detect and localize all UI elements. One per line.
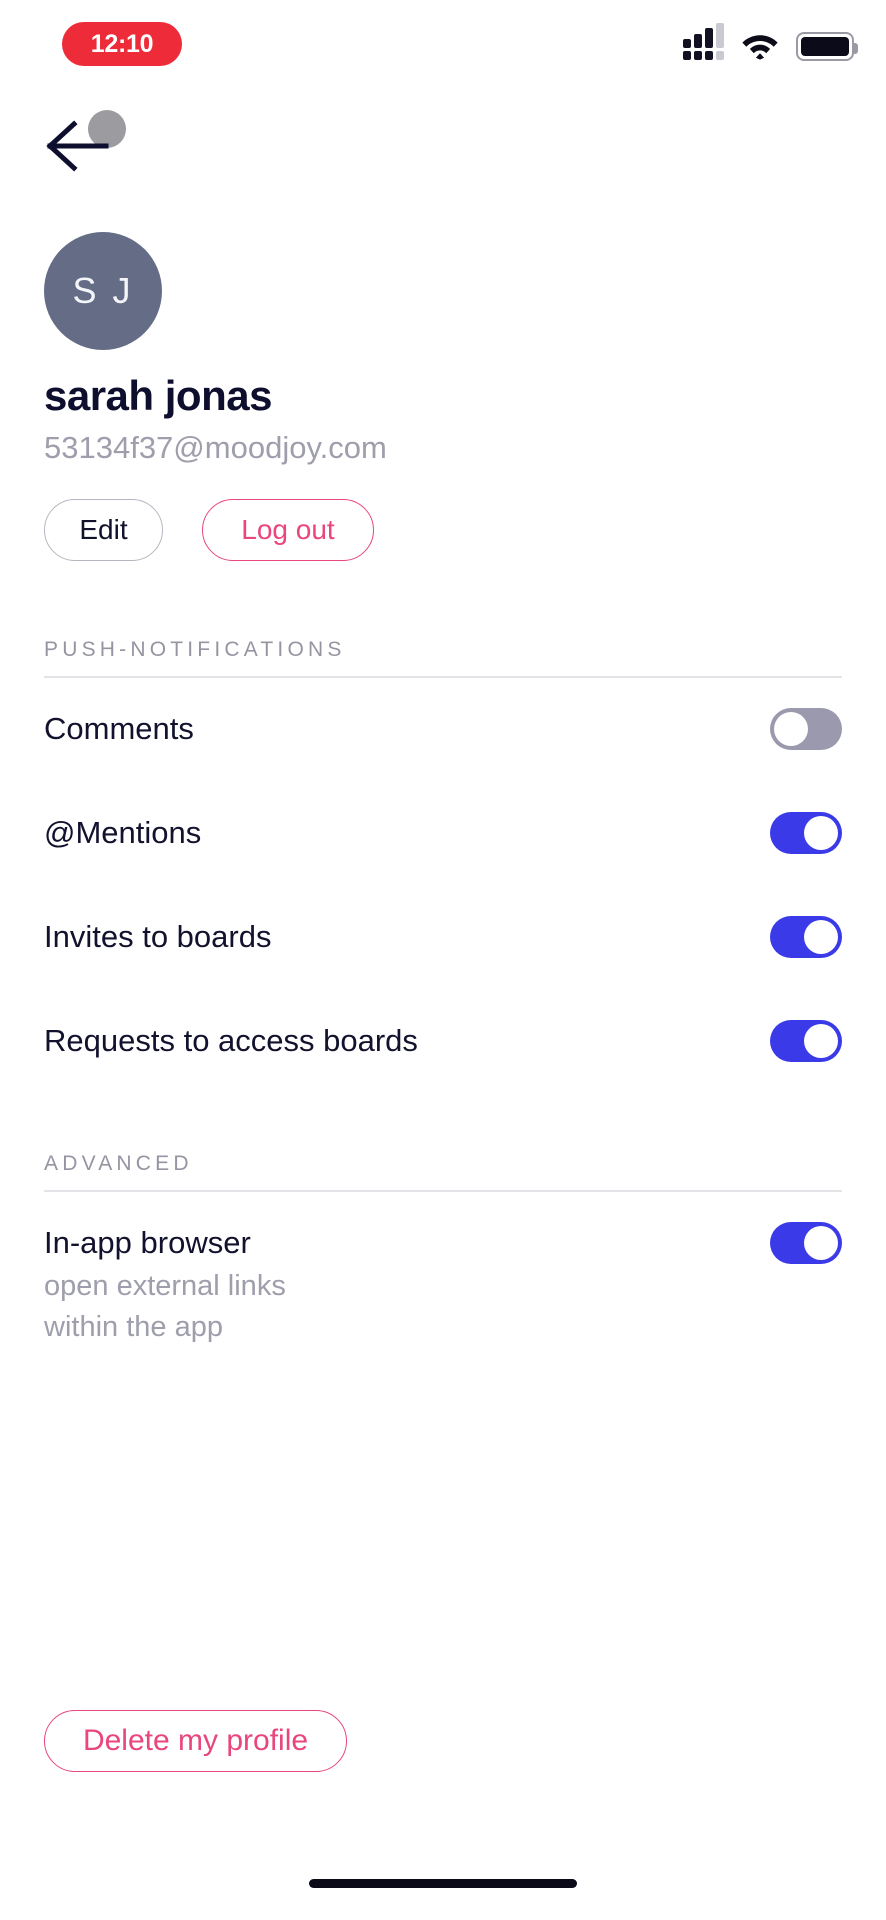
setting-row-comments[interactable]: Comments [44,698,842,760]
back-button[interactable] [44,108,154,188]
toggle-comments[interactable] [770,708,842,750]
profile-name: sarah jonas [44,372,272,419]
status-bar: 12:10 [0,0,886,92]
profile-settings-screen: 12:10 S J sarah jonas 53134f37@moodjoy.c… [0,0,886,1920]
setting-sub-in-app-browser-line1: open external links [44,1270,286,1302]
edit-profile-button[interactable]: Edit [44,499,163,561]
avatar-initials: S J [72,270,134,311]
back-arrow-icon [46,120,109,172]
setting-row-mentions[interactable]: @Mentions [44,802,842,864]
profile-actions: Edit Log out [44,499,374,561]
setting-label-comments: Comments [44,711,194,746]
logout-button[interactable]: Log out [202,499,374,561]
setting-label-requests-to-access-boards: Requests to access boards [44,1023,418,1058]
setting-row-invites-to-boards[interactable]: Invites to boards [44,906,842,968]
home-indicator [309,1879,577,1888]
status-bar-clock-pill: 12:10 [62,22,182,66]
section-header-push-notifications: PUSH-NOTIFICATIONS [44,638,346,661]
setting-sub-in-app-browser-line2: within the app [44,1311,223,1343]
profile-email: 53134f37@moodjoy.com [44,430,387,465]
status-bar-time: 12:10 [90,29,154,58]
wifi-icon [741,32,779,60]
toggle-requests-to-access-boards[interactable] [770,1020,842,1062]
toggle-mentions[interactable] [770,812,842,854]
cellular-signal-icon [683,22,724,60]
avatar: S J [44,232,162,350]
section-divider-advanced [44,1190,842,1192]
setting-row-in-app-browser[interactable]: In-app browser [44,1212,842,1274]
setting-label-mentions: @Mentions [44,815,202,850]
delete-profile-button[interactable]: Delete my profile [44,1710,347,1772]
battery-full-icon [796,31,858,61]
section-header-advanced: ADVANCED [44,1152,193,1175]
setting-label-in-app-browser: In-app browser [44,1225,251,1260]
section-divider-push-notifications [44,676,842,678]
toggle-in-app-browser[interactable] [770,1222,842,1264]
setting-row-requests-to-access-boards[interactable]: Requests to access boards [44,1010,842,1072]
setting-label-invites-to-boards: Invites to boards [44,919,272,954]
status-bar-icons [683,22,858,66]
toggle-invites-to-boards[interactable] [770,916,842,958]
